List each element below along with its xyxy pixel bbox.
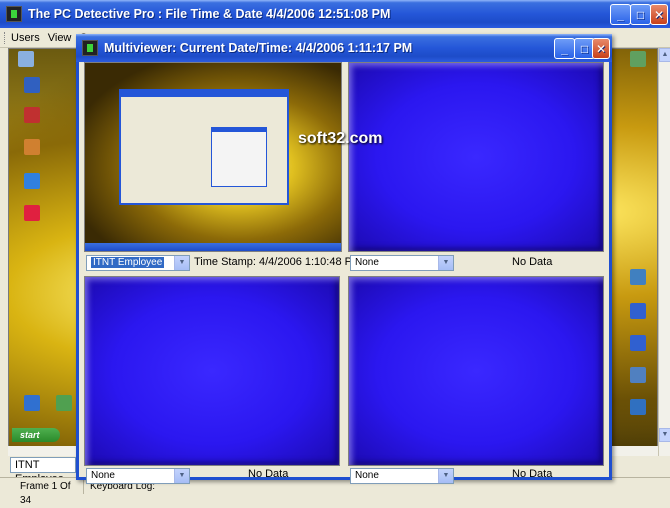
desktop-icon-ie xyxy=(17,173,47,190)
desktop-icon-3 xyxy=(17,139,47,156)
maximize-icon: □ xyxy=(636,7,645,22)
panel-3-status: No Data xyxy=(248,468,289,480)
app-shortcut-icon xyxy=(630,367,646,383)
mv-minimize-button[interactable]: _ xyxy=(554,38,575,59)
desktop-icon-2 xyxy=(17,107,47,124)
main-user-select[interactable]: ITNT Employee xyxy=(10,457,76,485)
internet-explorer-icon xyxy=(24,173,40,189)
panel-3-user-value: None xyxy=(91,470,115,481)
panel-1-timestamp: Time Stamp: 4/4/2006 1:10:48 PM xyxy=(194,256,362,268)
toolbar-grip[interactable] xyxy=(4,31,7,44)
chevron-down-icon[interactable]: ▼ xyxy=(438,256,453,270)
desktop-icon-8 xyxy=(623,269,653,286)
app-shortcut-icon xyxy=(630,269,646,285)
panel-2-user-value: None xyxy=(355,257,379,268)
panel-2-status: No Data xyxy=(512,256,553,268)
recorded-start-button: start xyxy=(12,428,60,442)
main-window-title: The PC Detective Pro : File Time & Date … xyxy=(28,7,391,21)
frame-counter: Frame 1 Of 34 xyxy=(0,479,84,506)
main-title-bar[interactable]: The PC Detective Pro : File Time & Date … xyxy=(0,0,670,28)
captured-dialog xyxy=(211,127,267,187)
desktop-icon-4 xyxy=(17,205,47,222)
app-icon xyxy=(6,6,22,22)
app-shortcut-icon xyxy=(630,399,646,415)
panel-4-empty-screen[interactable] xyxy=(348,276,604,466)
desktop-icon-6 xyxy=(49,395,79,412)
minimize-icon: _ xyxy=(617,7,624,22)
captured-taskbar xyxy=(85,243,341,251)
app-shortcut-icon xyxy=(630,335,646,351)
desktop-icon-my-computer xyxy=(11,51,41,68)
panel-4-user-value: None xyxy=(355,470,379,481)
minimize-button[interactable]: _ xyxy=(610,4,631,25)
desktop-icon-9 xyxy=(623,303,653,320)
maximize-button[interactable]: □ xyxy=(630,4,651,25)
watermark-text: soft32.com xyxy=(298,130,383,147)
scroll-up-arrow-icon[interactable]: ▲ xyxy=(659,48,670,62)
computer-icon xyxy=(18,51,34,67)
chevron-down-icon[interactable]: ▼ xyxy=(174,256,189,270)
panel-2-user-select[interactable]: None ▼ xyxy=(350,255,454,271)
scroll-down-arrow-icon[interactable]: ▼ xyxy=(659,428,670,442)
desktop-icon-11 xyxy=(623,367,653,384)
desktop-icon-12 xyxy=(623,399,653,416)
close-icon: ✕ xyxy=(595,41,607,56)
multiviewer-app-icon xyxy=(82,40,98,56)
app-shortcut-icon xyxy=(630,303,646,319)
panel-1-user-value: ITNT Employee xyxy=(91,257,165,268)
menu-view[interactable]: View xyxy=(48,32,72,44)
close-button[interactable]: ✕ xyxy=(650,4,668,25)
app-shortcut-icon xyxy=(24,107,40,123)
multiviewer-title: Multiviewer: Current Date/Time: 4/4/2006… xyxy=(104,41,413,55)
close-icon: ✕ xyxy=(653,7,665,22)
folder-icon xyxy=(24,77,40,93)
menu-users[interactable]: Users xyxy=(11,32,40,44)
chevron-down-icon[interactable]: ▼ xyxy=(438,469,453,483)
maximize-icon: □ xyxy=(580,41,589,56)
chevron-down-icon[interactable]: ▼ xyxy=(174,469,189,483)
panel-3-empty-screen[interactable] xyxy=(84,276,340,466)
app-shortcut-icon xyxy=(24,139,40,155)
panel-2-empty-screen[interactable] xyxy=(348,62,604,252)
panel-3-user-select[interactable]: None ▼ xyxy=(86,468,190,484)
app-shortcut-icon xyxy=(24,205,40,221)
panel-1-user-select[interactable]: ITNT Employee ▼ xyxy=(86,255,190,271)
panel-4-status: No Data xyxy=(512,468,553,480)
vertical-scrollbar[interactable]: ▲ ▼ xyxy=(658,48,670,456)
desktop-icon-5 xyxy=(17,395,47,412)
app-shortcut-icon xyxy=(24,395,40,411)
mv-close-button[interactable]: ✕ xyxy=(592,38,610,59)
multiviewer-title-bar[interactable]: Multiviewer: Current Date/Time: 4/4/2006… xyxy=(76,34,612,62)
desktop-icon-1 xyxy=(17,77,47,94)
app-shortcut-icon xyxy=(630,51,646,67)
desktop-icon-10 xyxy=(623,335,653,352)
panel-4-user-select[interactable]: None ▼ xyxy=(350,468,454,484)
desktop-icon-7 xyxy=(623,51,653,68)
app-shortcut-icon xyxy=(56,395,72,411)
minimize-icon: _ xyxy=(561,41,568,56)
captured-app-window xyxy=(119,89,289,205)
panel-1-screen-capture[interactable] xyxy=(84,62,342,252)
